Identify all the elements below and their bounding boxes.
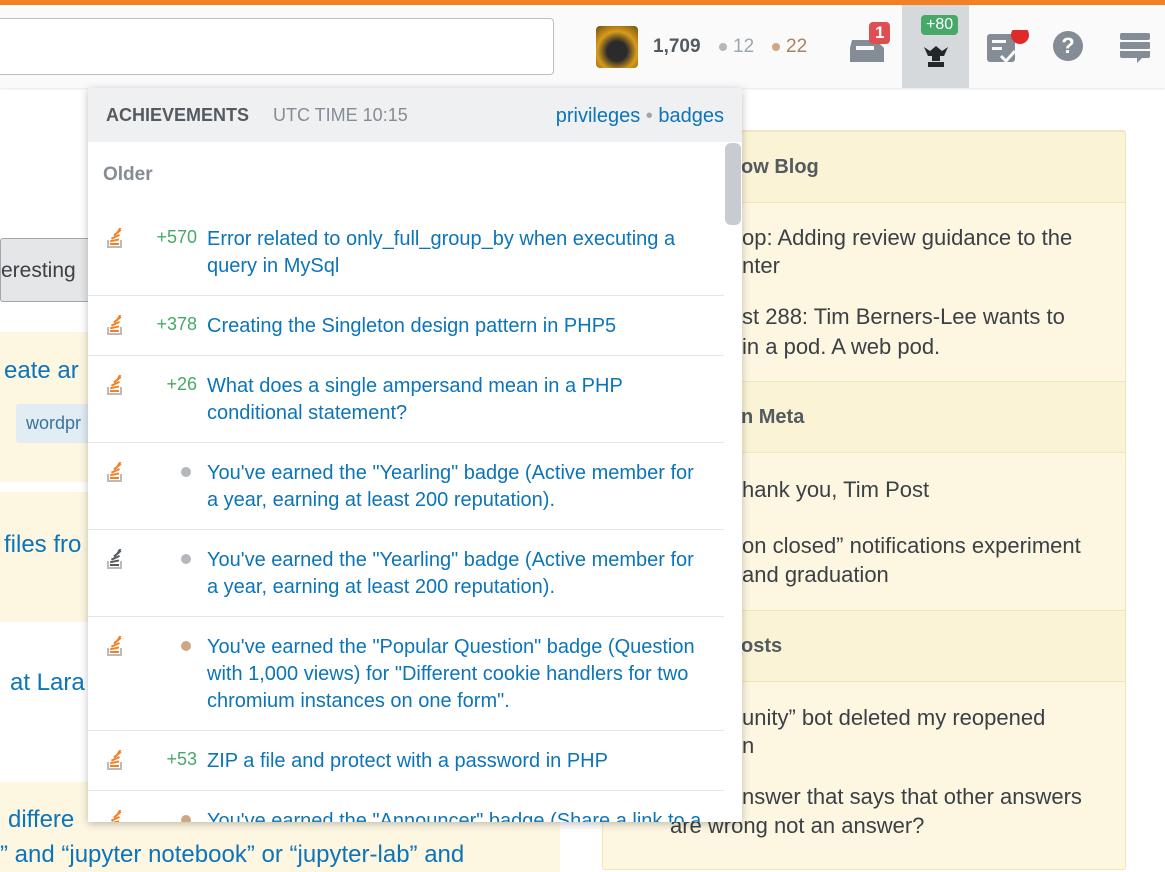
separator: • (645, 105, 653, 127)
sidebar-link[interactable]: on closed” notifications experiment (742, 533, 1081, 559)
achievement-text[interactable]: Creating the Singleton design pattern in… (207, 313, 724, 340)
reputation-change: +26 (166, 374, 197, 394)
trophy-icon (924, 46, 948, 67)
sidebar-link[interactable]: hank you, Tim Post (742, 477, 929, 503)
tab-label: eresting (1, 259, 76, 282)
achievement-text[interactable]: You've earned the "Announcer" badge (Sha… (207, 808, 724, 822)
achievement-item[interactable]: You've earned the "Announcer" badge (Sha… (88, 791, 724, 822)
review-button[interactable] (985, 26, 1033, 71)
achievement-text[interactable]: ZIP a file and protect with a password i… (207, 748, 724, 775)
stackoverflow-icon (88, 225, 128, 280)
achievement-text[interactable]: You've earned the "Popular Question" bad… (207, 634, 724, 715)
sidebar-link[interactable]: st 288: Tim Berners-Lee wants to (742, 304, 1065, 330)
sidebar-link[interactable]: and graduation (742, 562, 889, 588)
stackoverflow-icon (88, 807, 128, 822)
silver-badge-icon (181, 467, 191, 477)
sidebar-header-label: osts (741, 635, 783, 657)
achievements-dropdown: ACHIEVEMENTS UTC TIME 10:15 privileges •… (88, 88, 742, 822)
achievement-item[interactable]: You've earned the "Yearling" badge (Acti… (88, 530, 724, 617)
stackoverflow-icon (88, 372, 128, 427)
help-icon[interactable]: ? (1053, 31, 1083, 61)
stackoverflow-icon (88, 312, 128, 340)
achievement-item[interactable]: +26 What does a single ampersand mean in… (88, 356, 724, 443)
reputation-change: +570 (156, 227, 197, 247)
stackoverflow-icon (88, 633, 128, 715)
bronze-badges: 22 (772, 36, 807, 58)
utc-time: UTC TIME 10:15 (273, 105, 408, 125)
achievement-text[interactable]: You've earned the "Yearling" badge (Acti… (207, 547, 724, 601)
tag-wordpress[interactable]: wordpr (16, 404, 92, 443)
achievement-item[interactable]: +53 ZIP a file and protect with a passwo… (88, 731, 724, 791)
bronze-dot-icon (772, 42, 780, 51)
sidebar-link[interactable]: in a pod. A web pod. (742, 334, 940, 360)
sidebar-link[interactable]: nter (742, 253, 780, 279)
silver-dot-icon (719, 42, 727, 51)
achievement-item[interactable]: You've earned the "Yearling" badge (Acti… (88, 443, 724, 530)
site-switcher-button[interactable] (1120, 33, 1152, 68)
stackexchange-menu-icon (1120, 33, 1150, 63)
achievement-text[interactable]: You've earned the "Yearling" badge (Acti… (207, 460, 724, 514)
tab-interesting[interactable]: eresting (0, 238, 90, 302)
badges-link[interactable]: badges (658, 105, 724, 127)
search-input[interactable] (0, 18, 554, 75)
reputation-change: +53 (166, 749, 197, 769)
bronze-count: 22 (786, 36, 808, 57)
sidebar-header-label: n Meta (741, 406, 805, 428)
privileges-link[interactable]: privileges (556, 105, 640, 127)
achievement-item[interactable]: You've earned the "Popular Question" bad… (88, 617, 724, 731)
bronze-badge-icon (181, 815, 191, 822)
silver-count: 12 (733, 36, 755, 57)
sidebar-link[interactable]: op: Adding review guidance to the (742, 225, 1072, 251)
sidebar-link[interactable]: n (742, 733, 754, 759)
achievement-item[interactable]: +378 Creating the Singleton design patte… (88, 296, 724, 356)
question-link[interactable]: differe (8, 806, 74, 834)
achievement-text[interactable]: What does a single ampersand mean in a P… (207, 373, 724, 427)
stackoverflow-icon (88, 747, 128, 775)
review-queue-icon (987, 26, 1029, 64)
silver-badges: 12 (719, 36, 754, 58)
stackexchange-icon (88, 546, 128, 601)
achievement-text[interactable]: Error related to only_full_group_by when… (207, 226, 724, 280)
avatar[interactable] (596, 26, 638, 68)
question-link[interactable]: files fro (4, 531, 81, 559)
achievement-item[interactable]: +570 Error related to only_full_group_by… (88, 209, 724, 296)
silver-badge-icon (181, 554, 191, 564)
stackoverflow-icon (88, 459, 128, 514)
dropdown-title: ACHIEVEMENTS (106, 105, 250, 125)
sidebar-header-label: ow Blog (741, 156, 819, 178)
section-label-older: Older (103, 164, 153, 185)
reputation: 1,709 (653, 36, 701, 57)
sidebar-link[interactable]: nswer that says that other answers (742, 784, 1082, 810)
inbox-count-badge: 1 (869, 22, 891, 44)
sidebar-link[interactable]: unity” bot deleted my reopened (742, 705, 1045, 731)
dropdown-scrollbar[interactable] (725, 143, 741, 225)
bronze-badge-icon (181, 641, 191, 651)
question-link[interactable]: at Lara (10, 669, 85, 697)
achievements-delta-badge: +80 (921, 15, 959, 35)
question-link[interactable]: eate ar (4, 357, 79, 385)
dropdown-header: ACHIEVEMENTS UTC TIME 10:15 privileges •… (88, 88, 742, 142)
reputation-change: +378 (156, 314, 197, 334)
question-link[interactable]: ” and “jupyter notebook” or “jupyter-lab… (0, 841, 464, 869)
